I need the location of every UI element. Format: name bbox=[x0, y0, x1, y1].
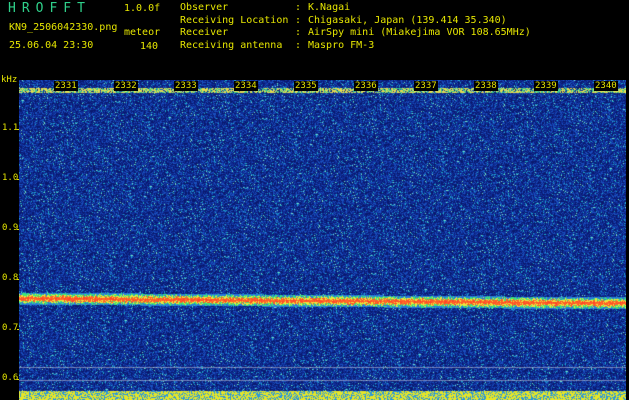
info-value: AirSpy mini (Miakejima VOR 108.65MHz) bbox=[308, 27, 531, 38]
y-tick-label: 0.8 bbox=[2, 273, 19, 283]
y-tick-label: 0.9 bbox=[2, 223, 19, 233]
version-label: 1.0.0f bbox=[124, 3, 161, 14]
info-separator: : bbox=[295, 14, 302, 26]
filename-label: KN9_2506042330.png bbox=[9, 22, 118, 33]
x-tick-label: 2340 bbox=[594, 81, 618, 91]
y-tick-label: 1.0 bbox=[2, 173, 19, 183]
header: HROFFT 1.0.0f KN9_2506042330.png 25.06.0… bbox=[0, 0, 629, 74]
info-label: Receiver bbox=[180, 27, 229, 38]
y-tick-label: 1.1 bbox=[2, 123, 19, 133]
info-separator: : bbox=[295, 39, 302, 51]
meteor-label: meteor bbox=[124, 27, 161, 38]
info-value: Maspro FM-3 bbox=[308, 39, 375, 51]
info-row-antenna: Receiving antenna : Maspro FM-3 bbox=[180, 40, 531, 53]
x-tick-label: 2338 bbox=[474, 81, 498, 91]
x-tick-label: 2337 bbox=[414, 81, 438, 91]
info-value: Chigasaki, Japan (139.414 35.340) bbox=[308, 14, 507, 26]
datetime-label: 25.06.04 23:30 bbox=[9, 40, 94, 51]
app-title: HROFFT bbox=[8, 1, 91, 16]
x-tick-label: 2331 bbox=[54, 81, 78, 91]
x-tick-label: 2334 bbox=[234, 81, 258, 91]
meteor-count: 140 bbox=[140, 41, 159, 52]
info-row-location: Receiving Location : Chigasaki, Japan (1… bbox=[180, 15, 531, 28]
spectrogram-area: kHz 1.1 1.0 0.9 0.8 0.7 0.6 2331 2332 23… bbox=[0, 74, 629, 400]
info-separator: : bbox=[295, 27, 302, 38]
y-tick-label: 0.7 bbox=[2, 323, 19, 333]
info-row-observer: Observer : K.Nagai bbox=[180, 2, 531, 15]
y-tick-label: 0.6 bbox=[2, 373, 19, 383]
info-label: Observer bbox=[180, 2, 229, 13]
x-tick-label: 2335 bbox=[294, 81, 318, 91]
info-separator: : bbox=[295, 2, 302, 13]
observation-info: Observer : K.Nagai Receiving Location : … bbox=[180, 2, 531, 52]
x-tick-label: 2336 bbox=[354, 81, 378, 91]
x-tick-label: 2332 bbox=[114, 81, 138, 91]
x-tick-label: 2333 bbox=[174, 81, 198, 91]
info-value: K.Nagai bbox=[308, 2, 351, 13]
info-row-receiver: Receiver : AirSpy mini (Miakejima VOR 10… bbox=[180, 27, 531, 40]
info-label: Receiving Location bbox=[180, 14, 289, 26]
y-axis-unit: kHz bbox=[1, 75, 18, 85]
x-tick-label: 2339 bbox=[534, 81, 558, 91]
info-label: Receiving antenna bbox=[180, 39, 283, 51]
waterfall-canvas bbox=[19, 80, 626, 400]
